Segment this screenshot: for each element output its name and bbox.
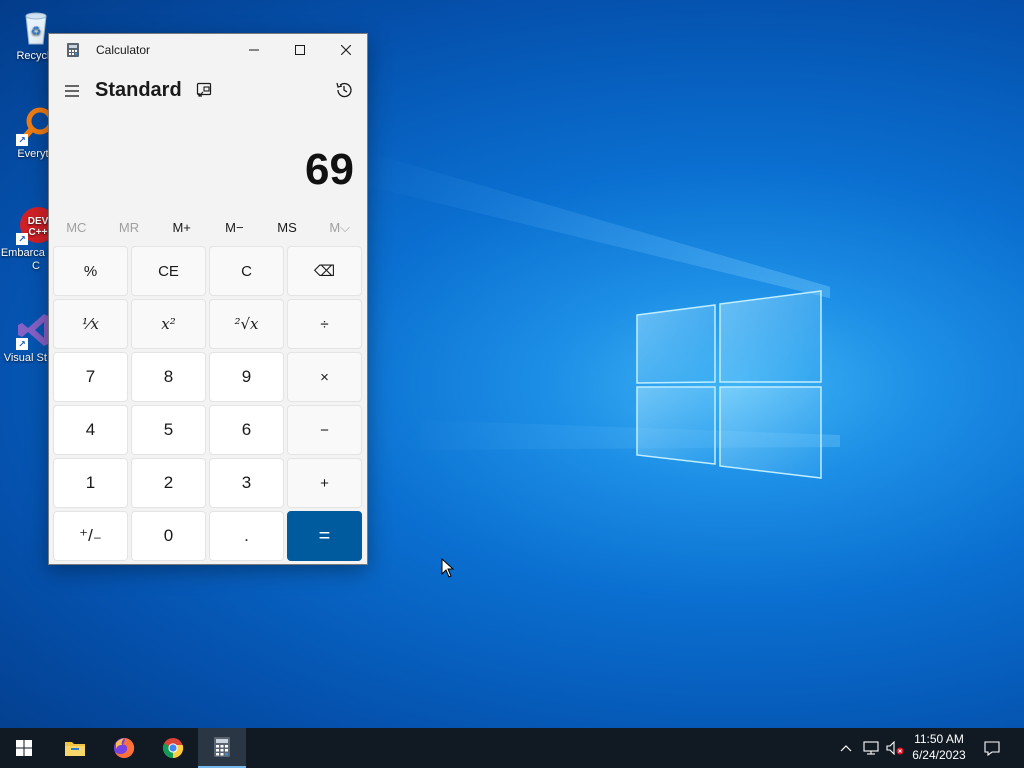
square-root-label: ²√x	[234, 315, 259, 333]
svg-text:C++: C++	[29, 227, 48, 238]
minus-button[interactable]: −	[287, 405, 362, 455]
taskbar-firefox[interactable]	[100, 728, 148, 768]
shortcut-arrow-icon: ↗	[16, 233, 28, 245]
decimal-button[interactable]: .	[209, 511, 284, 561]
close-button[interactable]	[323, 34, 369, 66]
memory-list-button[interactable]: M⌵	[313, 217, 366, 239]
calculator-header: Standard	[49, 74, 367, 106]
chevron-up-icon	[840, 745, 852, 752]
taskbar-file-explorer[interactable]	[51, 728, 99, 768]
plus-button[interactable]: +	[287, 458, 362, 508]
firefox-icon	[114, 737, 135, 758]
volume-status[interactable]	[884, 728, 906, 768]
shortcut-arrow-icon: ↗	[16, 134, 28, 146]
digit-5-button[interactable]: 5	[131, 405, 206, 455]
calculator-icon	[214, 737, 230, 757]
negate-button[interactable]: ⁺/₋	[53, 511, 128, 561]
memory-subtract-button[interactable]: M−	[208, 217, 261, 239]
digit-7-button[interactable]: 7	[53, 352, 128, 402]
svg-text:DEV: DEV	[28, 216, 49, 227]
backspace-button[interactable]: ⌫	[287, 246, 362, 296]
digit-3-button[interactable]: 3	[209, 458, 284, 508]
digit-4-button[interactable]: 4	[53, 405, 128, 455]
memory-clear-button[interactable]: MC	[50, 217, 103, 239]
chrome-icon	[162, 738, 184, 759]
file-explorer-icon	[65, 742, 85, 756]
calculator-app-icon	[67, 43, 79, 57]
memory-add-button[interactable]: M+	[155, 217, 208, 239]
action-center-button[interactable]	[978, 728, 1006, 768]
digit-8-button[interactable]: 8	[131, 352, 206, 402]
taskbar-calculator[interactable]	[198, 728, 246, 768]
svg-text:♻: ♻	[31, 24, 42, 38]
volume-muted-icon	[886, 741, 904, 755]
clock-time: 11:50 AM	[914, 732, 964, 746]
maximize-icon	[295, 45, 305, 55]
title-bar[interactable]: Calculator	[49, 34, 367, 66]
clock-date: 6/24/2023	[912, 748, 966, 762]
hamburger-menu-icon[interactable]	[63, 82, 81, 100]
square-button[interactable]: x²	[131, 299, 206, 349]
minimize-button[interactable]	[231, 34, 277, 66]
wallpaper-light-beam	[360, 150, 830, 299]
history-icon[interactable]	[334, 80, 354, 100]
window-title: Calculator	[96, 43, 151, 57]
network-icon	[863, 741, 879, 755]
memory-recall-button[interactable]: MR	[103, 217, 156, 239]
show-hidden-icons-button[interactable]	[836, 728, 856, 768]
keep-on-top-icon[interactable]	[195, 81, 213, 99]
close-icon	[341, 45, 351, 55]
minimize-icon	[249, 49, 259, 51]
taskbar: 11:50 AM 6/24/2023	[0, 728, 1024, 768]
equals-button[interactable]: =	[287, 511, 362, 561]
reciprocal-button[interactable]: ⅟x	[53, 299, 128, 349]
clear-entry-button[interactable]: CE	[131, 246, 206, 296]
maximize-button[interactable]	[277, 34, 323, 66]
mouse-cursor-icon	[441, 558, 455, 578]
digit-2-button[interactable]: 2	[131, 458, 206, 508]
square-label: x²	[161, 315, 176, 333]
notification-icon	[984, 740, 1000, 756]
multiply-button[interactable]: ×	[287, 352, 362, 402]
keypad: % CE C ⌫ ⅟x x² ²√x ÷ 7 8 9 × 4 5 6 − 1 2…	[53, 246, 365, 561]
digit-1-button[interactable]: 1	[53, 458, 128, 508]
result-display: 69	[305, 145, 354, 194]
digit-6-button[interactable]: 6	[209, 405, 284, 455]
square-root-button[interactable]: ²√x	[209, 299, 284, 349]
reciprocal-label: ⅟x	[82, 315, 99, 333]
calculator-window: Calculator Standard 69 MC MR M+ M− MS M⌵…	[48, 33, 368, 565]
memory-store-button[interactable]: MS	[261, 217, 314, 239]
digit-0-button[interactable]: 0	[131, 511, 206, 561]
memory-row: MC MR M+ M− MS M⌵	[50, 217, 366, 239]
mode-title: Standard	[95, 79, 182, 101]
network-status[interactable]	[860, 728, 882, 768]
start-icon	[16, 740, 32, 756]
wallpaper-light-beam	[420, 420, 840, 450]
taskbar-clock[interactable]: 11:50 AM 6/24/2023	[904, 731, 974, 763]
divide-button[interactable]: ÷	[287, 299, 362, 349]
clear-button[interactable]: C	[209, 246, 284, 296]
start-button[interactable]	[0, 728, 48, 768]
taskbar-chrome[interactable]	[149, 728, 197, 768]
digit-9-button[interactable]: 9	[209, 352, 284, 402]
shortcut-arrow-icon: ↗	[16, 338, 28, 350]
percent-button[interactable]: %	[53, 246, 128, 296]
